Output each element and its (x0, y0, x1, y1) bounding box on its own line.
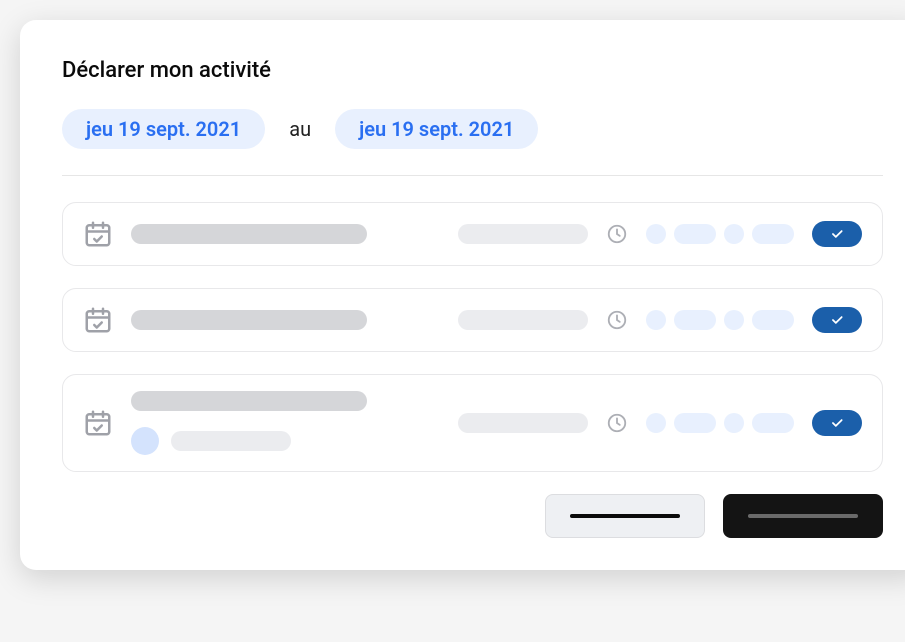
time-slot[interactable] (674, 224, 716, 244)
activity-title-placeholder (131, 310, 367, 330)
time-slot[interactable] (646, 413, 666, 433)
calendar-check-icon (83, 408, 113, 438)
page-title: Déclarer mon activité (62, 58, 883, 83)
date-range: jeu 19 sept. 2021 au jeu 19 sept. 2021 (62, 109, 883, 149)
check-icon (830, 227, 844, 241)
calendar-check-icon (83, 219, 113, 249)
confirm-button[interactable] (812, 307, 862, 333)
time-slots (646, 224, 794, 244)
activity-meta-placeholder (458, 413, 588, 433)
activity-title-placeholder (131, 391, 367, 411)
time-slots (646, 413, 794, 433)
declare-activity-card: Déclarer mon activité jeu 19 sept. 2021 … (20, 20, 905, 570)
clock-icon (606, 309, 628, 331)
clock-icon (606, 412, 628, 434)
time-slot[interactable] (752, 310, 794, 330)
confirm-button[interactable] (812, 221, 862, 247)
check-icon (830, 416, 844, 430)
footer-actions (62, 494, 883, 538)
activity-row (62, 374, 883, 472)
time-slot[interactable] (724, 224, 744, 244)
avatar (131, 427, 159, 455)
cancel-button[interactable] (545, 494, 705, 538)
calendar-check-icon (83, 305, 113, 335)
activity-row (62, 288, 883, 352)
submit-button[interactable] (723, 494, 883, 538)
assignee-name-placeholder (171, 431, 291, 451)
divider (62, 175, 883, 176)
date-from-pill[interactable]: jeu 19 sept. 2021 (62, 109, 265, 149)
time-slot[interactable] (724, 310, 744, 330)
activity-meta-placeholder (458, 224, 588, 244)
time-slot[interactable] (674, 310, 716, 330)
activity-assignee (131, 427, 367, 455)
time-slot[interactable] (674, 413, 716, 433)
button-label-placeholder (748, 514, 858, 518)
clock-icon (606, 223, 628, 245)
time-slot[interactable] (646, 310, 666, 330)
time-slot[interactable] (752, 413, 794, 433)
time-slots (646, 310, 794, 330)
activity-row (62, 202, 883, 266)
activity-meta-placeholder (458, 310, 588, 330)
date-separator: au (289, 117, 311, 141)
time-slot[interactable] (724, 413, 744, 433)
button-label-placeholder (570, 514, 680, 518)
date-to-pill[interactable]: jeu 19 sept. 2021 (335, 109, 538, 149)
check-icon (830, 313, 844, 327)
confirm-button[interactable] (812, 410, 862, 436)
time-slot[interactable] (752, 224, 794, 244)
activity-title-placeholder (131, 224, 367, 244)
time-slot[interactable] (646, 224, 666, 244)
